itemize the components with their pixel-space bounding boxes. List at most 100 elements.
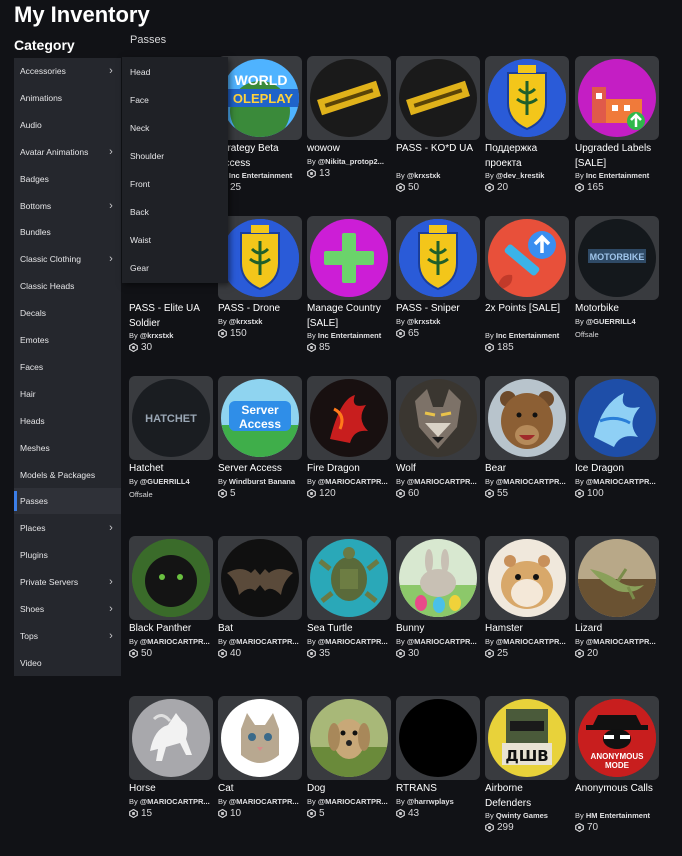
creator-name[interactable]: @MARIOCARTPR... [229, 637, 299, 646]
item-creator[interactable]: By Inc Entertainment [218, 171, 304, 180]
sidebar-item-hair[interactable]: Hair [14, 381, 121, 407]
creator-name[interactable]: Windburst Banana [229, 477, 295, 486]
item-card[interactable]: ANONYMOUS MODE Anonymous Calls By HM Entert… [575, 696, 659, 846]
sidebar-item-classic-clothing[interactable]: Classic Clothing › [14, 246, 121, 272]
creator-name[interactable]: @krxstxk [407, 317, 441, 326]
item-name[interactable]: Airborne Defenders [485, 781, 571, 811]
item-thumbnail[interactable] [129, 696, 213, 780]
item-card[interactable]: Cat By @MARIOCARTPR... 10 [218, 696, 302, 846]
item-card[interactable]: WORLD OLEPLAY Strategy Beta AccessBy Inc E… [218, 56, 302, 206]
item-name[interactable]: PASS - KO*D UA [396, 141, 482, 156]
item-name[interactable]: PASS - Drone [218, 301, 304, 316]
sidebar-item-tops[interactable]: Tops › [14, 623, 121, 649]
flyout-item-neck[interactable]: Neck [122, 115, 228, 141]
item-name[interactable]: wowow [307, 141, 393, 156]
creator-name[interactable]: @MARIOCARTPR... [586, 477, 656, 486]
flyout-item-shoulder[interactable]: Shoulder [122, 143, 228, 169]
item-thumbnail[interactable] [307, 376, 391, 460]
item-card[interactable]: Ice Dragon By @MARIOCARTPR... 100 [575, 376, 659, 526]
creator-name[interactable]: @MARIOCARTPR... [140, 637, 210, 646]
creator-name[interactable]: Inc Entertainment [318, 331, 381, 340]
item-card[interactable]: Bunny By @MARIOCARTPR... 30 [396, 536, 480, 686]
item-name[interactable]: Dog [307, 781, 393, 796]
item-thumbnail[interactable] [485, 376, 569, 460]
item-thumbnail[interactable] [396, 216, 480, 300]
flyout-item-gear[interactable]: Gear [122, 255, 228, 281]
item-name[interactable]: 2x Points [SALE] [485, 301, 571, 316]
creator-name[interactable]: HM Entertainment [586, 811, 650, 820]
item-name[interactable]: PASS - Elite UA Soldier [129, 301, 215, 331]
creator-name[interactable]: @MARIOCARTPR... [586, 637, 656, 646]
item-creator[interactable]: By @MARIOCARTPR... [575, 637, 661, 646]
item-thumbnail[interactable] [307, 216, 391, 300]
item-creator[interactable]: By @GUERRILL4 [129, 477, 215, 486]
item-name[interactable]: Sea Turtle [307, 621, 393, 636]
item-card[interactable]: Поддержка проекта By @dev_krestik 20 [485, 56, 569, 206]
item-name[interactable]: Bunny [396, 621, 482, 636]
sidebar-item-heads[interactable]: Heads [14, 408, 121, 434]
item-name[interactable]: Fire Dragon [307, 461, 393, 476]
item-name[interactable]: Motorbike [575, 301, 661, 316]
sidebar-item-audio[interactable]: Audio [14, 112, 121, 138]
item-card[interactable]: Horse By @MARIOCARTPR... 15 [129, 696, 213, 846]
creator-name[interactable]: @MARIOCARTPR... [318, 477, 388, 486]
item-thumbnail[interactable]: ANONYMOUS MODE [575, 696, 659, 780]
flyout-item-head[interactable]: Head [122, 59, 228, 85]
creator-name[interactable]: @dev_krestik [496, 171, 545, 180]
creator-name[interactable]: Inc Entertainment [496, 331, 559, 340]
item-creator[interactable]: By @MARIOCARTPR... [396, 477, 482, 486]
creator-name[interactable]: @harrwplays [407, 797, 454, 806]
item-card[interactable]: Manage Country [SALE] By Inc Entertainmen… [307, 216, 391, 366]
item-thumbnail[interactable] [485, 216, 569, 300]
creator-name[interactable]: @GUERRILL4 [140, 477, 190, 486]
sidebar-item-shoes[interactable]: Shoes › [14, 596, 121, 622]
item-thumbnail[interactable] [575, 56, 659, 140]
flyout-item-waist[interactable]: Waist [122, 227, 228, 253]
item-card[interactable]: Server Access Server Access By Windburst Ba… [218, 376, 302, 526]
item-name[interactable]: Поддержка проекта [485, 141, 571, 171]
item-thumbnail[interactable] [218, 216, 302, 300]
item-creator[interactable]: By @krxstxk [129, 331, 215, 340]
item-creator[interactable]: By @Nikita_protop2... [307, 157, 393, 166]
creator-name[interactable]: @MARIOCARTPR... [318, 797, 388, 806]
sidebar-item-animations[interactable]: Animations [14, 85, 121, 111]
creator-name[interactable]: @MARIOCARTPR... [407, 637, 477, 646]
item-card[interactable]: Upgraded Labels [SALE] By Inc Entertainme… [575, 56, 659, 206]
item-thumbnail[interactable] [396, 56, 480, 140]
item-creator[interactable]: By Inc Entertainment [575, 171, 661, 180]
item-card[interactable]: PASS - Drone By @krxstxk 150 [218, 216, 302, 366]
creator-name[interactable]: @krxstxk [140, 331, 174, 340]
creator-name[interactable]: @MARIOCARTPR... [407, 477, 477, 486]
item-thumbnail[interactable] [396, 696, 480, 780]
item-creator[interactable]: By @MARIOCARTPR... [307, 637, 393, 646]
creator-name[interactable]: Qwinty Games [496, 811, 548, 820]
sidebar-item-passes[interactable]: Passes [14, 488, 121, 515]
item-thumbnail[interactable] [129, 536, 213, 620]
item-card[interactable]: PASS - KO*D UA By @krxstxk 50 [396, 56, 480, 206]
creator-name[interactable]: @GUERRILL4 [586, 317, 636, 326]
item-creator[interactable]: By @MARIOCARTPR... [485, 637, 571, 646]
item-card[interactable]: Lizard By @MARIOCARTPR... 20 [575, 536, 659, 686]
item-name[interactable]: Bat [218, 621, 304, 636]
sidebar-item-emotes[interactable]: Emotes [14, 327, 121, 353]
item-name[interactable]: Strategy Beta Access [218, 141, 304, 171]
creator-name[interactable]: @MARIOCARTPR... [496, 477, 566, 486]
item-card[interactable]: Wolf By @MARIOCARTPR... 60 [396, 376, 480, 526]
item-creator[interactable]: By @MARIOCARTPR... [218, 797, 304, 806]
item-creator[interactable]: By @MARIOCARTPR... [129, 797, 215, 806]
item-thumbnail[interactable]: WORLD OLEPLAY [218, 56, 302, 140]
sidebar-item-badges[interactable]: Badges [14, 166, 121, 192]
item-thumbnail[interactable] [218, 536, 302, 620]
sidebar-item-meshes[interactable]: Meshes [14, 435, 121, 461]
item-creator[interactable]: By @MARIOCARTPR... [307, 797, 393, 806]
item-card[interactable]: Hamster By @MARIOCARTPR... 25 [485, 536, 569, 686]
item-creator[interactable]: By @harrwplays [396, 797, 482, 806]
item-name[interactable]: Server Access [218, 461, 304, 476]
item-name[interactable]: Ice Dragon [575, 461, 661, 476]
item-card[interactable]: Fire Dragon By @MARIOCARTPR... 120 [307, 376, 391, 526]
item-card[interactable]: Sea Turtle By @MARIOCARTPR... 35 [307, 536, 391, 686]
creator-name[interactable]: @krxstxk [229, 317, 263, 326]
item-name[interactable]: Black Panther [129, 621, 215, 636]
item-thumbnail[interactable]: ДШВ [485, 696, 569, 780]
item-card[interactable]: HATCHET Hatchet By @GUERRILL4 Offsale [129, 376, 213, 526]
